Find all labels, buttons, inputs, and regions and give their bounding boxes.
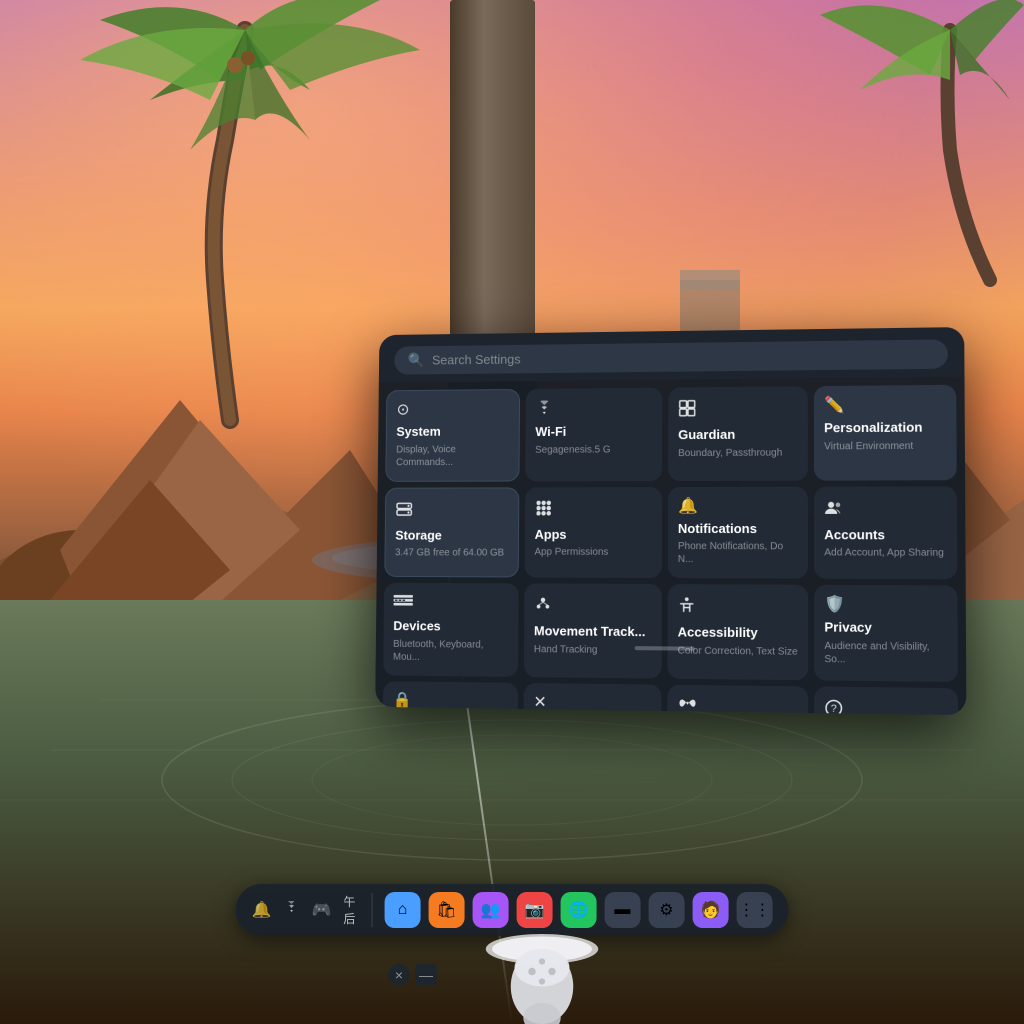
wifi-subtitle: Segagenesis.5 G [535, 443, 652, 456]
system-title: System [396, 423, 509, 439]
time-label: 午后 [343, 893, 355, 927]
cast-icon: 🎮 [311, 900, 331, 920]
app-home[interactable]: ⌂ [384, 892, 420, 928]
settings-item-system[interactable]: ⊙ System Display, Voice Commands... [385, 389, 520, 481]
accessibility-icon [678, 596, 798, 619]
svg-text:?: ? [831, 703, 837, 715]
meta-icon [677, 697, 797, 715]
wifi-title: Wi-Fi [535, 423, 652, 439]
accounts-icon [824, 498, 946, 520]
personalization-title: Personalization [824, 419, 946, 436]
guardian-icon [678, 398, 797, 421]
settings-item-guardian[interactable]: Guardian Boundary, Passthrough [668, 386, 808, 480]
security-icon: 🔒 [392, 693, 508, 710]
settings-item-notifications[interactable]: 🔔 Notifications Phone Notifications, Do … [668, 486, 808, 579]
settings-item-movement[interactable]: Movement Track... Hand Tracking [524, 584, 662, 679]
settings-item-personalization[interactable]: ✏️ Personalization Virtual Environment [814, 385, 957, 480]
accounts-title: Accounts [824, 527, 946, 543]
accounts-subtitle: Add Account, App Sharing [824, 546, 947, 560]
movement-title: Movement Track... [534, 623, 652, 640]
storage-icon [395, 500, 508, 522]
devices-subtitle: Bluetooth, Keyboard, Mou... [393, 638, 509, 665]
app-store[interactable]: 🛍 [428, 892, 464, 928]
wifi-status-icon [283, 901, 299, 920]
system-icon: ⊙ [397, 402, 510, 419]
accessibility-subtitle: Color Correction, Text Size [678, 644, 798, 658]
app-settings[interactable]: ⚙ [648, 892, 684, 928]
search-icon: 🔍 [408, 352, 425, 369]
guardian-title: Guardian [678, 426, 798, 442]
settings-item-apps[interactable]: Apps App Permissions [525, 487, 663, 579]
apps-icon [535, 499, 652, 521]
settings-item-security[interactable]: 🔒 Security [382, 681, 518, 715]
privacy-icon: 🛡️ [824, 597, 947, 614]
settings-panel: 🔍 Search Settings ⊙ System Display, Voic… [375, 327, 966, 715]
movement-icon [534, 596, 652, 619]
taskbar-status: 🔔 🎮 午后 [252, 893, 373, 927]
guardian-subtitle: Boundary, Passthrough [678, 446, 798, 460]
settings-item-help[interactable]: ? Help FAQs, Tutorials, Release N... [814, 686, 958, 715]
settings-item-accounts[interactable]: Accounts Add Account, App Sharing [814, 486, 957, 580]
apps-title: Apps [535, 527, 652, 543]
notifications-title: Notifications [678, 521, 798, 537]
storage-subtitle: 3.47 GB free of 64.00 GB [395, 547, 508, 560]
search-bar[interactable]: 🔍 Search Settings [394, 339, 948, 374]
privacy-subtitle: Audience and Visibility, So... [824, 639, 947, 667]
privacy-title: Privacy [824, 620, 947, 637]
devices-icon [393, 595, 508, 614]
settings-item-accessibility[interactable]: Accessibility Color Correction, Text Siz… [668, 584, 809, 680]
controller-svg [467, 824, 617, 1024]
help-icon: ? [825, 699, 948, 716]
accessibility-title: Accessibility [678, 625, 798, 642]
system-subtitle: Display, Voice Commands... [396, 443, 509, 469]
apps-subtitle: App Permissions [534, 546, 651, 559]
notifications-icon: 🔔 [678, 498, 798, 514]
experimental-icon: ✕ [533, 695, 651, 713]
settings-grid: ⊙ System Display, Voice Commands... Wi-F… [375, 377, 966, 716]
vr-background: 🔍 Search Settings ⊙ System Display, Voic… [0, 0, 1024, 1024]
scroll-handle[interactable] [635, 646, 695, 651]
close-button[interactable]: × [388, 964, 410, 986]
settings-item-wifi[interactable]: Wi-Fi Segagenesis.5 G [525, 388, 662, 481]
notifications-subtitle: Phone Notifications, Do N... [678, 540, 798, 566]
settings-item-devices[interactable]: Devices Bluetooth, Keyboard, Mou... [383, 583, 518, 677]
personalization-icon: ✏️ [824, 397, 946, 414]
devices-title: Devices [393, 618, 508, 634]
app-avatar[interactable]: 🧑 [692, 892, 728, 928]
settings-header: 🔍 Search Settings [379, 327, 965, 383]
settings-item-experimental[interactable]: ✕ Experimental [523, 683, 661, 715]
search-placeholder: Search Settings [432, 352, 521, 368]
movement-subtitle: Hand Tracking [534, 643, 652, 657]
settings-item-storage[interactable]: Storage 3.47 GB free of 64.00 GB [384, 487, 519, 578]
wifi-icon [535, 400, 652, 419]
settings-item-privacy[interactable]: 🛡️ Privacy Audience and Visibility, So..… [814, 585, 958, 682]
minimize-button[interactable]: — [415, 964, 437, 986]
app-grid[interactable]: ⋮⋮ [736, 892, 772, 928]
notification-icon: 🔔 [252, 900, 272, 920]
settings-item-meta[interactable]: Accounts Center [667, 684, 808, 715]
personalization-subtitle: Virtual Environment [824, 439, 946, 453]
storage-title: Storage [395, 527, 508, 542]
